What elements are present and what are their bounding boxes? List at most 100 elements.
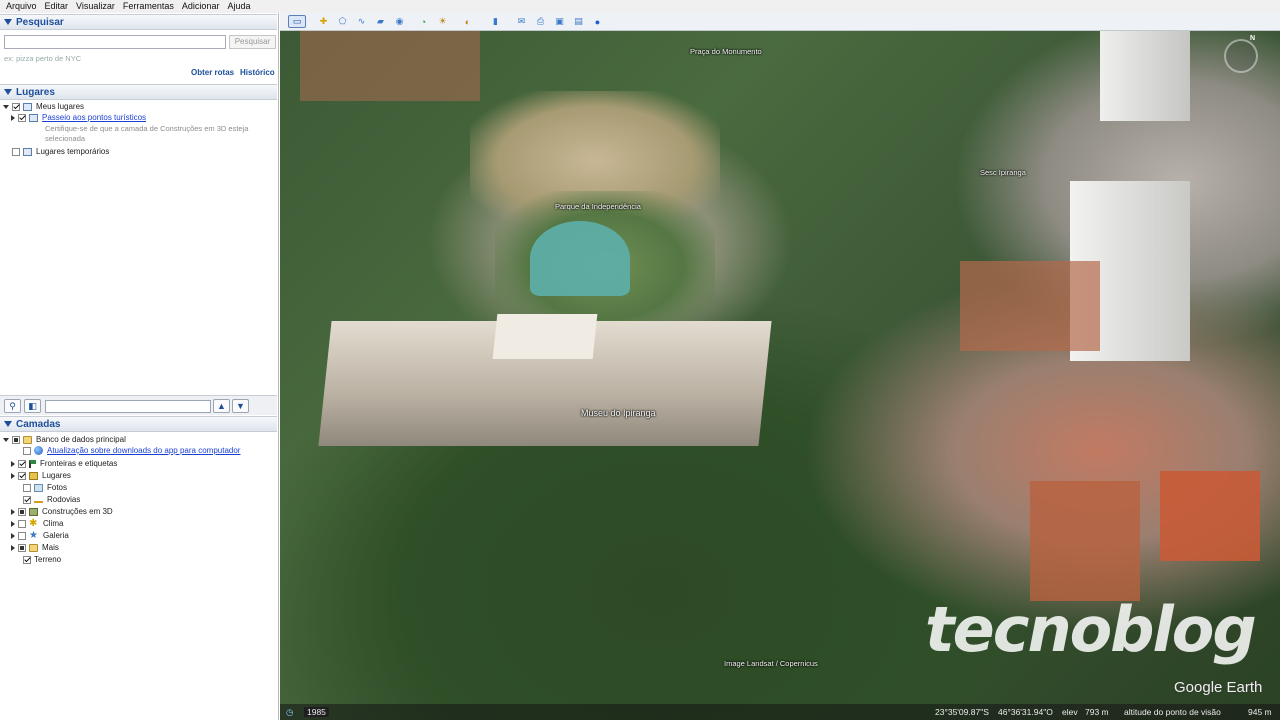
layer-label: Fronteiras e etiquetas [40, 459, 118, 468]
checkbox[interactable] [18, 113, 26, 122]
tree-roads[interactable]: Rodovias [14, 494, 80, 505]
earth-icon[interactable]: ● [590, 15, 605, 28]
get-routes-link[interactable]: Obter rotas [191, 68, 234, 77]
watermark-logo: tecnoblog [925, 593, 1257, 666]
sun-icon[interactable]: ☀ [435, 15, 450, 28]
search-input[interactable] [4, 35, 226, 49]
menu-adicionar[interactable]: Adicionar [178, 0, 224, 13]
checkbox[interactable] [18, 507, 26, 516]
checkbox[interactable] [23, 483, 31, 492]
planets-icon[interactable]: ◐ [460, 15, 475, 28]
tree-tour[interactable]: Passeio aos pontos turísticos [10, 112, 146, 123]
maps-icon[interactable]: ▤ [571, 15, 586, 28]
checkbox[interactable] [23, 555, 31, 564]
folder-icon [29, 113, 38, 122]
tree-more[interactable]: Mais [10, 542, 59, 553]
path-icon[interactable]: ∿ [354, 15, 369, 28]
expand-icon[interactable] [11, 114, 15, 121]
google-earth-logo: Google Earth [1174, 679, 1263, 696]
flag-icon [29, 459, 36, 468]
checkbox[interactable] [12, 435, 20, 444]
checkbox[interactable] [23, 446, 31, 455]
checkbox[interactable] [23, 495, 31, 504]
search-hint: ex: pizza perto de NYC [4, 54, 82, 63]
map-view[interactable]: Praça do Monumento Parque da Independênc… [280, 31, 1280, 720]
collapse-icon [4, 19, 12, 25]
elevation-label: elev [1062, 707, 1078, 717]
elevation-value: 793 m [1085, 707, 1109, 717]
checkbox[interactable] [18, 459, 26, 468]
tree-terrain[interactable]: Terreno [14, 554, 61, 565]
expand-icon[interactable] [3, 437, 9, 442]
tree-gallery[interactable]: ★ Galeria [10, 530, 69, 541]
places-filter-input[interactable] [45, 400, 211, 413]
tree-update[interactable]: Atualização sobre downloads do app para … [14, 445, 240, 456]
sidebar-icon[interactable]: ▭ [288, 15, 306, 28]
checkbox[interactable] [18, 531, 26, 540]
overlay-icon[interactable]: ▰ [373, 15, 388, 28]
photo-icon [34, 483, 43, 492]
map-label-park[interactable]: Parque da Independência [555, 202, 641, 211]
compass-icon[interactable] [1224, 39, 1258, 73]
search-panel-header[interactable]: Pesquisar [0, 14, 277, 30]
map-label-museum[interactable]: Museu do Ipiranga [581, 408, 656, 418]
expand-icon[interactable] [11, 472, 15, 479]
menu-visualizar[interactable]: Visualizar [72, 0, 119, 13]
road-icon [34, 497, 43, 503]
star-icon: ★ [29, 529, 38, 541]
menu-arquivo[interactable]: Arquivo [0, 0, 41, 13]
tree-weather[interactable]: ✱ Clima [10, 518, 63, 529]
expand-icon[interactable] [11, 520, 15, 527]
checkbox[interactable] [12, 147, 20, 156]
tree-borders[interactable]: Fronteiras e etiquetas [10, 458, 117, 469]
search-button[interactable]: Pesquisar [229, 35, 276, 49]
historical-year[interactable]: 1985 [304, 707, 329, 717]
checkbox[interactable] [18, 519, 26, 528]
tree-my-places[interactable]: Meus lugares [3, 101, 84, 112]
database-icon [23, 435, 32, 444]
museum-tower [492, 314, 598, 359]
print-icon[interactable]: ⎙ [533, 15, 548, 28]
update-link[interactable]: Atualização sobre downloads do app para … [47, 446, 240, 455]
save-image-icon[interactable]: ▣ [552, 15, 567, 28]
clock-icon[interactable]: ◷ [286, 707, 293, 718]
checkbox[interactable] [12, 102, 20, 111]
menu-editar[interactable]: Editar [41, 0, 73, 13]
map-label-street[interactable]: Praça do Monumento [690, 47, 762, 56]
move-up-icon[interactable]: ▲ [213, 399, 230, 413]
menu-ferramentas[interactable]: Ferramentas [119, 0, 178, 13]
tree-3d-buildings[interactable]: Construções em 3D [10, 506, 113, 517]
tree-main-db[interactable]: Banco de dados principal [3, 434, 126, 445]
expand-icon[interactable] [11, 544, 15, 551]
red-roof-block [300, 31, 480, 101]
menu-bar: Arquivo Editar Visualizar Ferramentas Ad… [0, 0, 1280, 13]
menu-ajuda[interactable]: Ajuda [223, 0, 254, 13]
expand-icon[interactable] [11, 532, 15, 539]
history-link[interactable]: Histórico [240, 68, 275, 77]
tree-places[interactable]: Lugares [10, 470, 71, 481]
red-roof-block [960, 261, 1100, 351]
tour-note-2: selecionada [45, 134, 86, 143]
checkbox[interactable] [18, 471, 26, 480]
expand-icon[interactable] [11, 460, 15, 467]
tour-link[interactable]: Passeio aos pontos turísticos [42, 113, 146, 122]
tour-icon[interactable]: ◉ [392, 15, 407, 28]
checkbox[interactable] [18, 543, 26, 552]
placemark-icon[interactable]: ✚ [316, 15, 331, 28]
layers-panel-header[interactable]: Camadas [0, 416, 277, 432]
layer-label: Rodovias [47, 495, 81, 504]
historical-icon[interactable]: ◔ [416, 15, 431, 28]
panel-toggle-icon[interactable]: ◧ [24, 399, 41, 413]
email-icon[interactable]: ✉ [514, 15, 529, 28]
search-icon[interactable]: ⚲ [4, 399, 21, 413]
map-label-area[interactable]: Sesc Ipiranga [980, 168, 1026, 177]
altitude-label: altitude do ponto de visão [1124, 707, 1221, 717]
tree-temp-places[interactable]: Lugares temporários [3, 146, 109, 157]
places-panel-header[interactable]: Lugares [0, 84, 277, 100]
polygon-icon[interactable]: ⬠ [335, 15, 350, 28]
expand-icon[interactable] [11, 508, 15, 515]
ruler-icon[interactable]: ▮ [488, 15, 503, 28]
tree-photos[interactable]: Fotos [14, 482, 67, 493]
move-down-icon[interactable]: ▼ [232, 399, 249, 413]
expand-icon[interactable] [3, 104, 9, 109]
